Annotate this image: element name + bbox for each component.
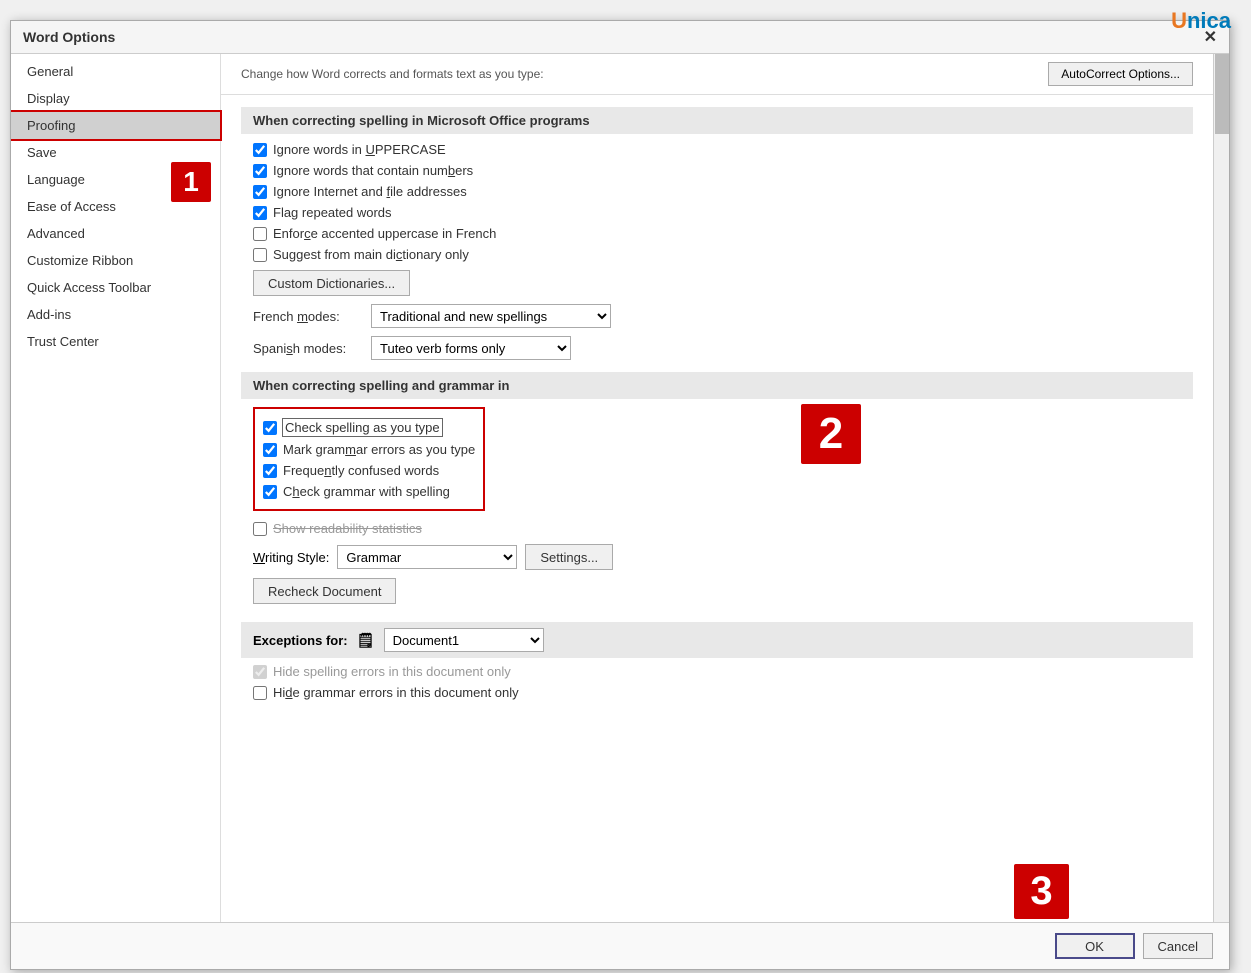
main-content: Change how Word corrects and formats tex…	[221, 54, 1213, 922]
checkbox-row-flag-repeated: Flag repeated words	[253, 205, 1193, 220]
ignore-numbers-checkbox[interactable]	[253, 164, 267, 178]
unica-logo: Unica	[1171, 8, 1231, 34]
checkbox-row-confused-words: Frequently confused words	[263, 463, 475, 478]
sidebar-item-add-ins[interactable]: Add-ins	[11, 301, 220, 328]
grammar-section: When correcting spelling and grammar in …	[221, 372, 1213, 622]
top-cut-text: Change how Word corrects and formats tex…	[241, 67, 544, 81]
sidebar-item-advanced[interactable]: Advanced	[11, 220, 220, 247]
ms-section-header: When correcting spelling in Microsoft Of…	[241, 107, 1193, 134]
sidebar-item-quick-access-toolbar[interactable]: Quick Access Toolbar	[11, 274, 220, 301]
scrollbar-thumb[interactable]	[1215, 54, 1229, 134]
cancel-button[interactable]: Cancel	[1143, 933, 1213, 959]
checkbox-row-mark-grammar: Mark grammar errors as you type	[263, 442, 475, 457]
exceptions-label: Exceptions for:	[253, 633, 348, 648]
check-spelling-label[interactable]: Check spelling as you type	[283, 419, 442, 436]
mark-grammar-checkbox[interactable]	[263, 443, 277, 457]
sidebar-item-general[interactable]: General	[11, 58, 220, 85]
sidebar-item-customize-ribbon[interactable]: Customize Ribbon	[11, 247, 220, 274]
settings-button[interactable]: Settings...	[525, 544, 613, 570]
ignore-uppercase-checkbox[interactable]	[253, 143, 267, 157]
top-cut-area: Change how Word corrects and formats tex…	[221, 54, 1213, 95]
spanish-modes-label: Spanish modes:	[253, 341, 363, 356]
ignore-uppercase-label[interactable]: Ignore words in UPPERCASE	[273, 142, 446, 157]
exceptions-header: Exceptions for: 🗒 Document1	[241, 622, 1193, 658]
autocorrect-options-button[interactable]: AutoCorrect Options...	[1048, 62, 1193, 86]
check-spelling-checkbox[interactable]	[263, 421, 277, 435]
writing-style-row: Writing Style: Grammar Grammar & Style S…	[253, 544, 1193, 570]
exceptions-doc-select[interactable]: Document1	[384, 628, 544, 652]
spanish-modes-row: Spanish modes: Tuteo verb forms only Tut…	[253, 336, 1193, 360]
checkbox-row-main-dict: Suggest from main dictionary only	[253, 247, 1193, 262]
spanish-modes-select[interactable]: Tuteo verb forms only Tuteo and voseo ve…	[371, 336, 571, 360]
hide-grammar-label[interactable]: Hide grammar errors in this document onl…	[273, 685, 519, 700]
dialog-title: Word Options	[23, 29, 115, 45]
checkbox-row-enforce-french: Enforce accented uppercase in French	[253, 226, 1193, 241]
flag-repeated-label[interactable]: Flag repeated words	[273, 205, 392, 220]
check-grammar-label[interactable]: Check grammar with spelling	[283, 484, 450, 499]
exceptions-section: Exceptions for: 🗒 Document1 Hide spellin…	[221, 622, 1213, 718]
ok-button[interactable]: OK	[1055, 933, 1135, 959]
ignore-internet-checkbox[interactable]	[253, 185, 267, 199]
bottom-bar: 3 OK Cancel	[11, 922, 1229, 969]
checkbox-row-hide-grammar: Hide grammar errors in this document onl…	[253, 685, 1193, 700]
main-dict-label[interactable]: Suggest from main dictionary only	[273, 247, 469, 262]
main-dict-checkbox[interactable]	[253, 248, 267, 262]
checkbox-row-internet: Ignore Internet and file addresses	[253, 184, 1193, 199]
custom-dictionaries-button[interactable]: Custom Dictionaries...	[253, 270, 410, 296]
badge-2: 2	[801, 404, 861, 464]
checkbox-row-hide-spelling: Hide spelling errors in this document on…	[253, 664, 1193, 679]
grammar-section-header: When correcting spelling and grammar in	[241, 372, 1193, 399]
check-grammar-checkbox[interactable]	[263, 485, 277, 499]
checkbox-row-check-spelling: Check spelling as you type	[263, 419, 475, 436]
ignore-numbers-label[interactable]: Ignore words that contain numbers	[273, 163, 473, 178]
ignore-internet-label[interactable]: Ignore Internet and file addresses	[273, 184, 467, 199]
hide-spelling-label[interactable]: Hide spelling errors in this document on…	[273, 664, 511, 679]
sidebar-item-trust-center[interactable]: Trust Center	[11, 328, 220, 355]
badge-1: 1	[171, 162, 211, 202]
confused-words-checkbox[interactable]	[263, 464, 277, 478]
hide-grammar-checkbox[interactable]	[253, 686, 267, 700]
french-modes-select[interactable]: Traditional and new spellings Classical …	[371, 304, 611, 328]
recheck-row: Recheck Document	[253, 578, 1193, 604]
sidebar: 1 General Display Proofing Save Language	[11, 54, 221, 922]
checkbox-row-numbers: Ignore words that contain numbers	[253, 163, 1193, 178]
ms-office-section: When correcting spelling in Microsoft Of…	[221, 95, 1213, 372]
writing-style-label: Writing Style:	[253, 550, 329, 565]
highlighted-checkboxes-group: Check spelling as you type Mark grammar …	[253, 407, 485, 511]
checkbox-row-readability: Show readability statistics	[253, 521, 1193, 536]
confused-words-label[interactable]: Frequently confused words	[283, 463, 439, 478]
enforce-french-checkbox[interactable]	[253, 227, 267, 241]
enforce-french-label[interactable]: Enforce accented uppercase in French	[273, 226, 496, 241]
readability-checkbox[interactable]	[253, 522, 267, 536]
writing-style-select[interactable]: Grammar Grammar & Style	[337, 545, 517, 569]
unica-nica: nica	[1187, 8, 1231, 33]
french-modes-label: French modes:	[253, 309, 363, 324]
scrollbar-track[interactable]	[1213, 54, 1229, 922]
sidebar-item-display[interactable]: Display	[11, 85, 220, 112]
dialog-header: Word Options ✕	[11, 21, 1229, 54]
sidebar-item-proofing[interactable]: Proofing	[11, 112, 220, 139]
doc-icon: 🗒	[356, 630, 376, 650]
french-modes-row: French modes: Traditional and new spelli…	[253, 304, 1193, 328]
checkbox-row-uppercase: Ignore words in UPPERCASE	[253, 142, 1193, 157]
flag-repeated-checkbox[interactable]	[253, 206, 267, 220]
unica-u: U	[1171, 8, 1187, 33]
readability-label[interactable]: Show readability statistics	[273, 521, 422, 536]
hide-spelling-checkbox[interactable]	[253, 665, 267, 679]
mark-grammar-label[interactable]: Mark grammar errors as you type	[283, 442, 475, 457]
checkbox-row-check-grammar: Check grammar with spelling	[263, 484, 475, 499]
badge-3: 3	[1014, 864, 1069, 919]
recheck-document-button[interactable]: Recheck Document	[253, 578, 396, 604]
